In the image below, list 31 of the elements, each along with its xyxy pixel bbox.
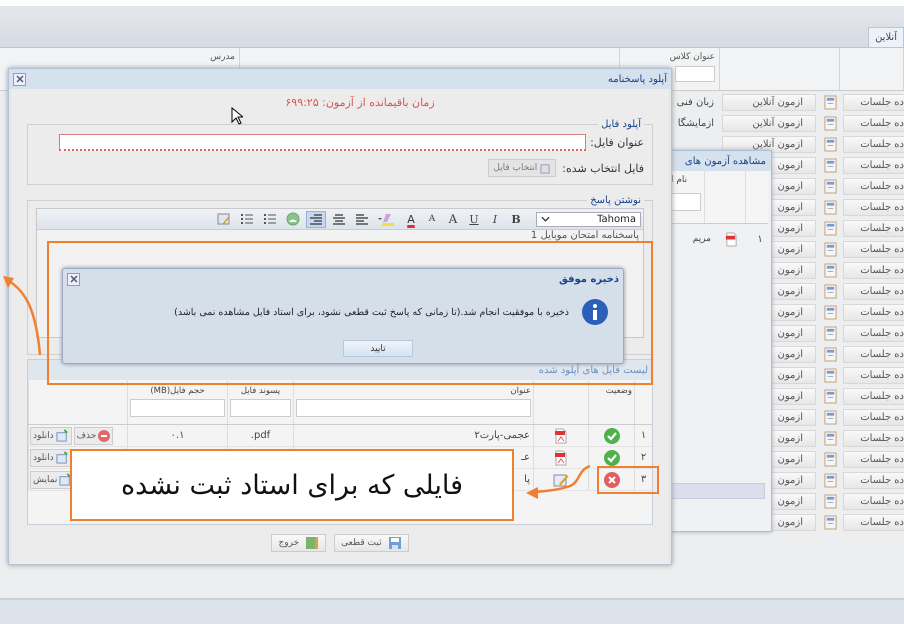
table-cell: ۰.۱	[170, 430, 184, 441]
column-header: مدرس	[210, 52, 235, 62]
column-header: پسوند فایل	[240, 386, 282, 396]
table-cell: عجمی-پارت۲	[474, 430, 530, 441]
table-cell: ازمایشگا	[678, 118, 714, 129]
timer-text: زمان باقیمانده از آزمون: ۶۹۹:۲۵	[285, 96, 435, 108]
table-cell: عـ	[521, 452, 530, 463]
row-number: ۳	[640, 474, 646, 485]
message-title: ذخیره موفق	[558, 274, 619, 284]
table-cell: زبان فنی	[676, 97, 714, 108]
fieldset-legend: نوشتن پاسخ	[587, 195, 644, 206]
table-cell: pdf.	[250, 430, 270, 441]
table-cell: مریم	[692, 234, 711, 244]
column-header: نام ا	[671, 175, 688, 185]
row-number: ۲	[640, 452, 646, 463]
message-text: ذخیره با موفقیت انجام شد.(تا زمانی که پاسخ ثبت قطعی نشود، برای استاد فایل مشاهده نمی باشد)	[174, 306, 569, 318]
fieldset-legend: آپلود فایل	[598, 119, 644, 130]
window-title: آپلود پاسخنامه	[608, 74, 667, 84]
window-title: مشاهده آزمون های	[684, 156, 766, 166]
table-cell: پا	[524, 474, 530, 485]
field-label: فایل انتخاب شده:	[562, 162, 644, 174]
column-header: عنوان	[509, 386, 531, 396]
row-number: ۱	[640, 430, 646, 441]
field-label: عنوان فایل:	[590, 136, 644, 148]
annotation-text: فایلی که برای استاد ثبت نشده	[121, 470, 463, 500]
editor-text: پاسخنامه امتحان موبایل 1	[530, 230, 639, 241]
column-header: حجم فایل(MB)	[149, 386, 206, 396]
grid-title: لیست فایل های آپلود شده	[538, 364, 648, 376]
column-header: وضعیت	[604, 386, 632, 396]
row-number: ۱	[756, 234, 764, 244]
column-header: عنوان کلاس	[670, 52, 715, 62]
